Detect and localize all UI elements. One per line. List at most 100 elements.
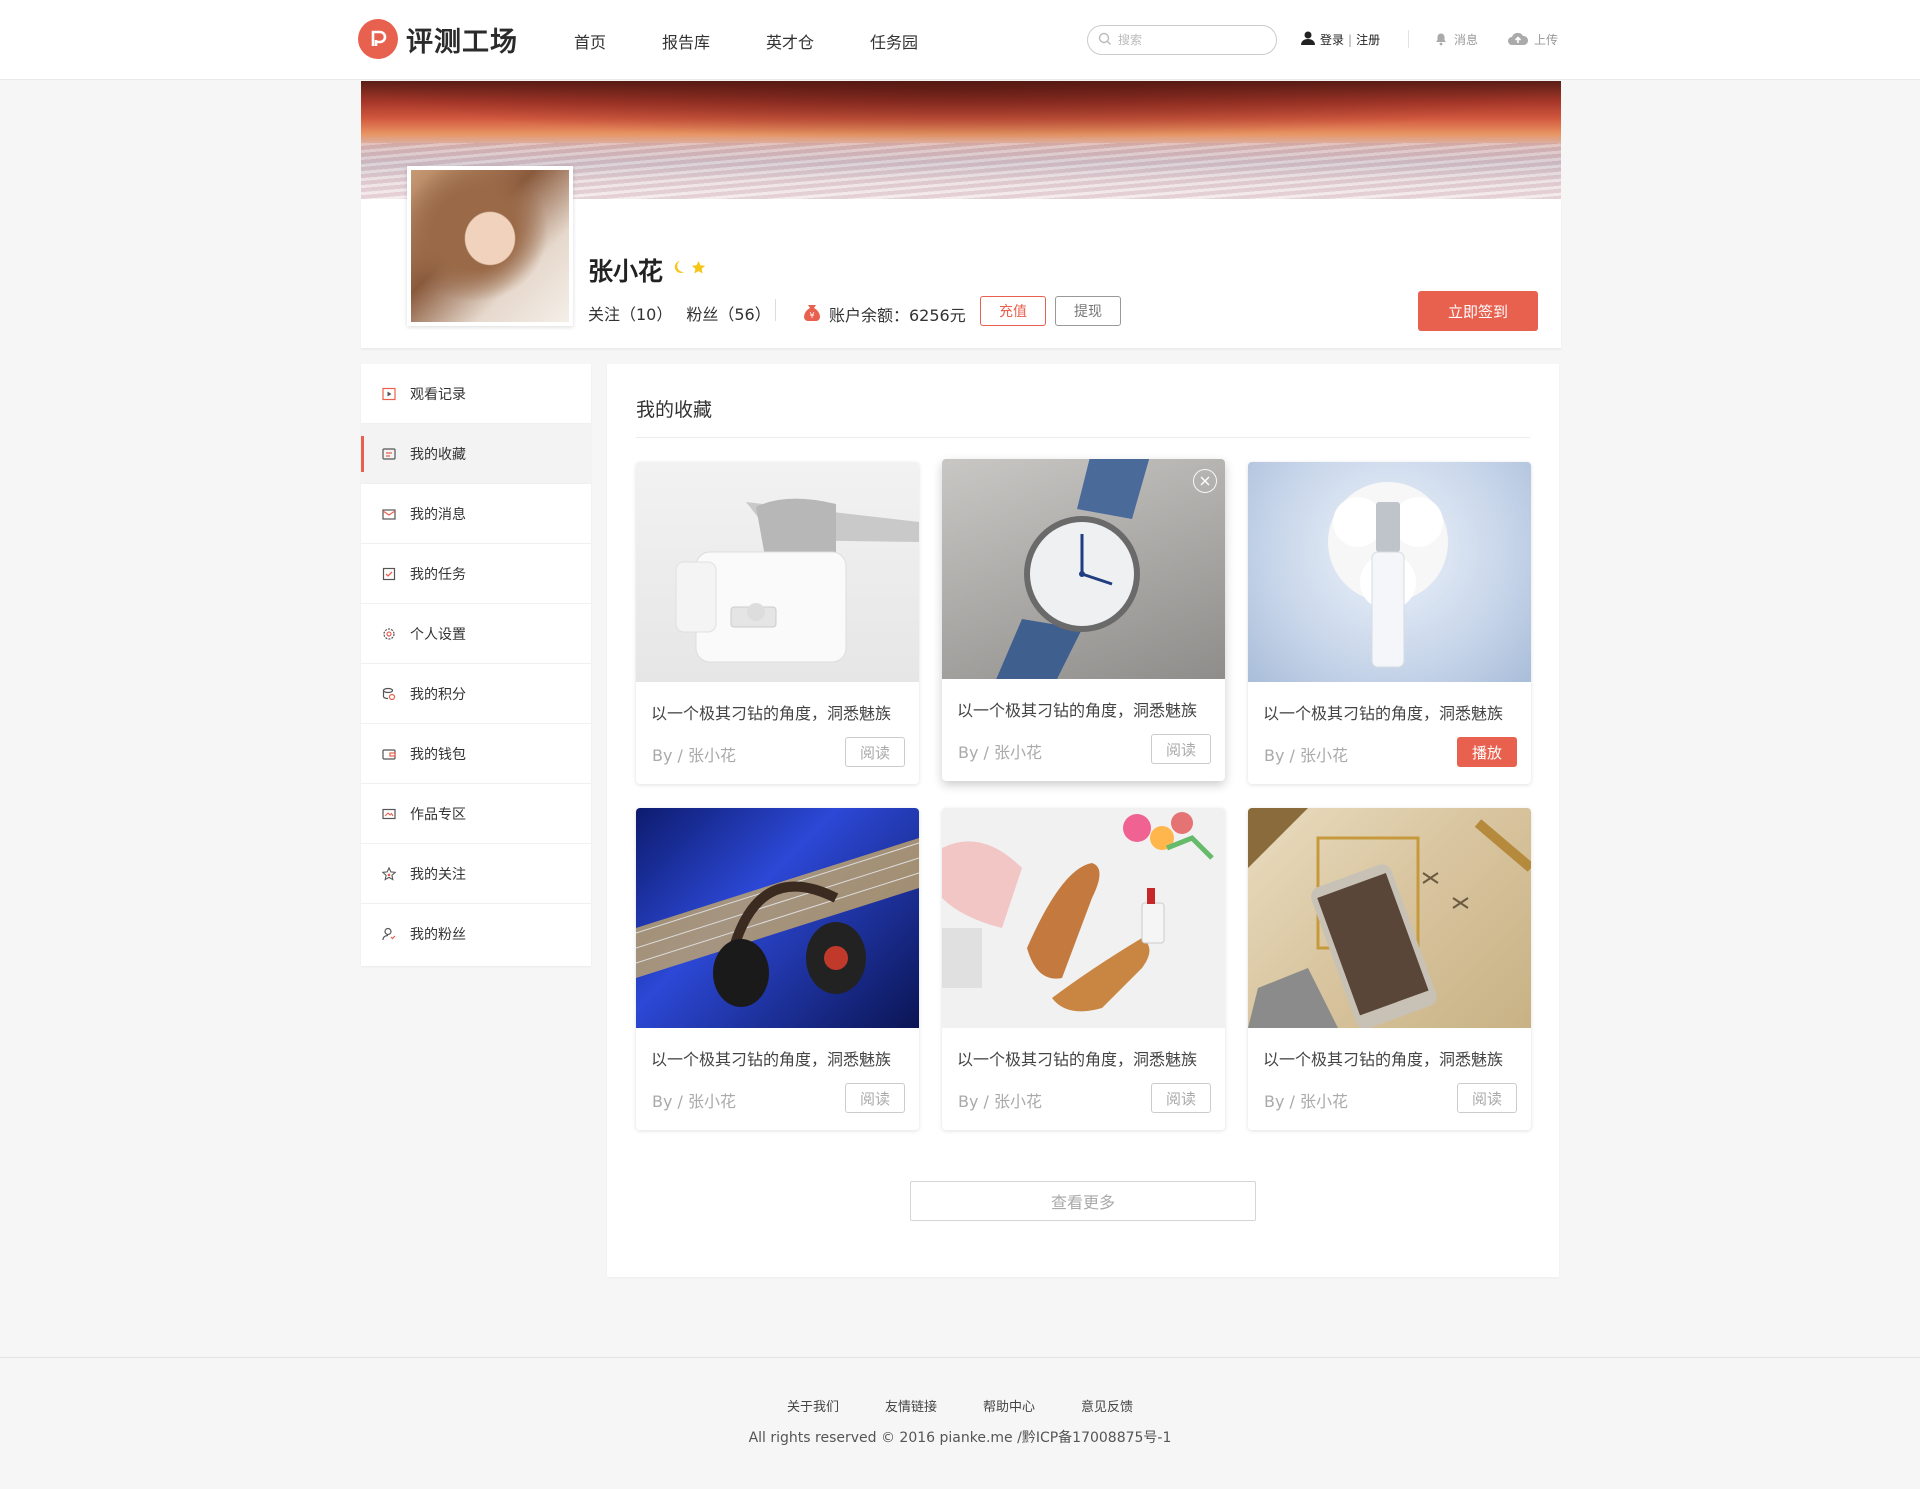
card-image-shoes bbox=[942, 808, 1225, 1028]
register-link[interactable]: 注册 bbox=[1356, 31, 1380, 48]
sidebar-item-following[interactable]: 我的关注 bbox=[361, 844, 591, 904]
nav-talent[interactable]: 英才仓 bbox=[766, 29, 814, 53]
sidebar-item-label: 个人设置 bbox=[410, 626, 466, 643]
favorites-panel: 我的收藏 以一个极其刁钻的角度，洞悉魅族 By / 张小花 阅读 以一个极其刁钻… bbox=[607, 364, 1559, 1277]
svg-text:¥: ¥ bbox=[809, 311, 814, 320]
nav-tasks[interactable]: 任务园 bbox=[870, 29, 918, 53]
read-button[interactable]: 阅读 bbox=[845, 737, 905, 767]
logo[interactable]: 评测工场 bbox=[358, 19, 518, 59]
copyright-text: All rights reserved © 2016 pianke.me /黔I… bbox=[748, 1430, 1172, 1446]
sidebar-item-label: 观看记录 bbox=[410, 386, 466, 403]
favorite-card[interactable]: 以一个极其刁钻的角度，洞悉魅族 By / 张小花 阅读 bbox=[636, 462, 919, 784]
logo-text: 评测工场 bbox=[406, 26, 518, 58]
favorite-card[interactable]: 以一个极其刁钻的角度，洞悉魅族 By / 张小花 阅读 bbox=[636, 808, 919, 1130]
messages-label: 消息 bbox=[1454, 33, 1479, 47]
withdraw-button[interactable]: 提现 bbox=[1055, 296, 1121, 326]
user-icon bbox=[1300, 30, 1316, 49]
following-count[interactable]: 关注（10） bbox=[588, 301, 672, 325]
main-nav: 首页 报告库 英才仓 任务园 bbox=[574, 29, 974, 53]
sidebar-item-label: 我的积分 bbox=[410, 686, 466, 703]
card-author: By / 张小花 bbox=[1264, 1092, 1349, 1111]
favorite-card[interactable]: 以一个极其刁钻的角度，洞悉魅族 By / 张小花 阅读 bbox=[942, 808, 1225, 1130]
user-icon bbox=[381, 926, 397, 942]
read-button[interactable]: 阅读 bbox=[1151, 1083, 1211, 1113]
play-button[interactable]: 播放 bbox=[1457, 737, 1517, 767]
favorite-card[interactable]: 以一个极其刁钻的角度，洞悉魅族 By / 张小花 阅读 bbox=[942, 459, 1225, 781]
card-image-headphones bbox=[636, 808, 919, 1028]
sidebar-item-works[interactable]: 作品专区 bbox=[361, 784, 591, 844]
nav-home[interactable]: 首页 bbox=[574, 29, 606, 53]
read-button[interactable]: 阅读 bbox=[1457, 1083, 1517, 1113]
login-separator: | bbox=[1348, 32, 1353, 47]
search-box bbox=[1087, 25, 1277, 55]
fans-count[interactable]: 粉丝（56） bbox=[686, 301, 770, 325]
sidebar-item-settings[interactable]: 个人设置 bbox=[361, 604, 591, 664]
sidebar-item-history[interactable]: 观看记录 bbox=[361, 364, 591, 424]
account-links: 登录 | 注册 bbox=[1300, 30, 1380, 49]
card-image-skincare bbox=[1248, 462, 1531, 682]
load-more-button[interactable]: 查看更多 bbox=[910, 1181, 1256, 1221]
mail-icon bbox=[381, 506, 397, 522]
checkin-button[interactable]: 立即签到 bbox=[1418, 291, 1538, 331]
card-author: By / 张小花 bbox=[958, 1092, 1043, 1111]
sidebar-item-fans[interactable]: 我的粉丝 bbox=[361, 904, 591, 964]
recharge-button[interactable]: 充值 bbox=[980, 296, 1046, 326]
divider bbox=[636, 437, 1530, 438]
footer: 关于我们 友情链接 帮助中心 意见反馈 All rights reserved … bbox=[0, 1357, 1920, 1489]
card-image-phone bbox=[1248, 808, 1531, 1028]
card-title: 以一个极其刁钻的角度，洞悉魅族 bbox=[957, 1050, 1198, 1069]
login-link[interactable]: 登录 bbox=[1320, 31, 1344, 48]
sidebar-item-points[interactable]: 我的积分 bbox=[361, 664, 591, 724]
sidebar-item-label: 我的消息 bbox=[410, 506, 466, 523]
page-title: 我的收藏 bbox=[636, 399, 713, 421]
coins-icon bbox=[381, 686, 397, 702]
close-icon bbox=[1200, 476, 1210, 486]
read-button[interactable]: 阅读 bbox=[1151, 734, 1211, 764]
footer-link-help[interactable]: 帮助中心 bbox=[983, 1396, 1035, 1415]
remove-favorite-button[interactable] bbox=[1193, 469, 1217, 493]
search-input[interactable] bbox=[1118, 33, 1258, 47]
task-icon bbox=[381, 566, 397, 582]
moon-icon bbox=[673, 259, 689, 279]
balance-text: 账户余额：6256元 bbox=[829, 306, 966, 325]
user-name: 张小花 bbox=[588, 257, 664, 286]
video-icon bbox=[381, 386, 397, 402]
card-image-watch bbox=[942, 459, 1225, 679]
read-button[interactable]: 阅读 bbox=[845, 1083, 905, 1113]
card-author: By / 张小花 bbox=[1264, 746, 1349, 765]
bookmark-icon bbox=[381, 446, 397, 462]
footer-link-friends[interactable]: 友情链接 bbox=[885, 1396, 937, 1415]
sidebar-item-favorites[interactable]: 我的收藏 bbox=[361, 424, 591, 484]
logo-icon bbox=[358, 19, 398, 59]
footer-link-feedback[interactable]: 意见反馈 bbox=[1081, 1396, 1133, 1415]
gallery-icon bbox=[381, 806, 397, 822]
sidebar-item-label: 我的收藏 bbox=[410, 446, 466, 463]
sidebar-item-wallet[interactable]: 我的钱包 bbox=[361, 724, 591, 784]
divider bbox=[1408, 30, 1409, 48]
sidebar: 观看记录 我的收藏 我的消息 我的任务 个人设置 我的积分 我的钱包 作品专区 … bbox=[361, 364, 591, 966]
sidebar-item-label: 我的钱包 bbox=[410, 746, 466, 763]
sidebar-item-messages[interactable]: 我的消息 bbox=[361, 484, 591, 544]
cloud-upload-icon bbox=[1507, 30, 1529, 49]
card-image-faucet bbox=[636, 462, 919, 682]
card-author: By / 张小花 bbox=[652, 1092, 737, 1111]
card-title: 以一个极其刁钻的角度，洞悉魅族 bbox=[1263, 1050, 1504, 1069]
user-badges bbox=[673, 259, 706, 279]
bell-icon bbox=[1433, 30, 1449, 49]
avatar[interactable] bbox=[407, 166, 573, 326]
footer-link-about[interactable]: 关于我们 bbox=[787, 1396, 839, 1415]
favorite-card[interactable]: 以一个极其刁钻的角度，洞悉魅族 By / 张小花 阅读 bbox=[1248, 808, 1531, 1130]
star-icon bbox=[381, 866, 397, 882]
sidebar-item-label: 我的粉丝 bbox=[410, 927, 466, 943]
top-navbar: 评测工场 首页 报告库 英才仓 任务园 登录 | 注册 消息 上传 bbox=[0, 0, 1920, 80]
nav-reports[interactable]: 报告库 bbox=[662, 29, 710, 53]
upload-button[interactable]: 上传 bbox=[1507, 30, 1558, 49]
card-title: 以一个极其刁钻的角度，洞悉魅族 bbox=[651, 1050, 892, 1069]
messages-button[interactable]: 消息 bbox=[1433, 30, 1478, 49]
search-icon[interactable] bbox=[1098, 31, 1112, 50]
sidebar-item-tasks[interactable]: 我的任务 bbox=[361, 544, 591, 604]
upload-label: 上传 bbox=[1534, 33, 1559, 47]
sidebar-item-label: 我的关注 bbox=[410, 866, 466, 883]
favorite-card[interactable]: 以一个极其刁钻的角度，洞悉魅族 By / 张小花 播放 bbox=[1248, 462, 1531, 784]
sidebar-item-label: 我的任务 bbox=[410, 566, 466, 583]
